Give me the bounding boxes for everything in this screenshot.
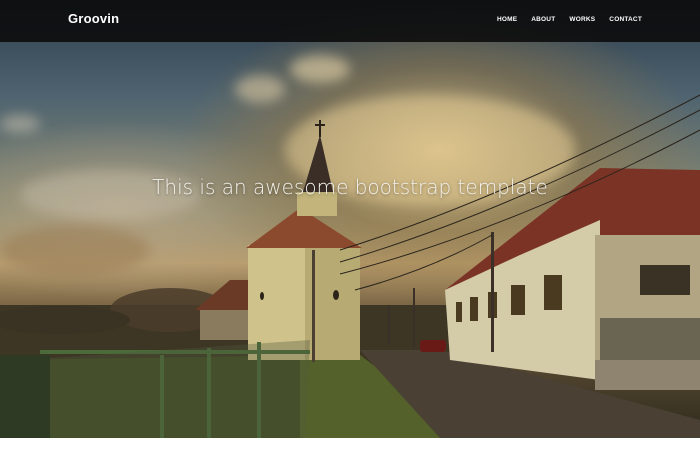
house-window (470, 297, 478, 321)
nav-link-home[interactable]: HOME (497, 16, 517, 23)
hero-headline: This is an awesome bootstrap template (152, 175, 548, 199)
stone-wall (595, 360, 700, 390)
far-house-wall (200, 310, 248, 340)
navbar: Groovin HOME ABOUT WORKS CONTACT (0, 0, 700, 42)
house-window (544, 275, 562, 310)
utility-pole (413, 288, 415, 348)
nav-link-about[interactable]: ABOUT (531, 16, 555, 23)
garage-door (640, 265, 690, 295)
hero-banner: This is an awesome bootstrap template (0, 0, 700, 438)
house-window (511, 285, 525, 315)
main-nav: HOME ABOUT WORKS CONTACT (497, 16, 642, 23)
nav-link-contact[interactable]: CONTACT (609, 16, 642, 23)
village-scene (0, 94, 700, 438)
utility-pole (491, 232, 494, 352)
fence-post (0, 355, 50, 438)
nav-link-works[interactable]: WORKS (569, 16, 595, 23)
house-window (456, 302, 462, 322)
brand-logo[interactable]: Groovin (68, 11, 119, 26)
utility-pole (388, 305, 390, 345)
utility-pole (312, 250, 315, 362)
church-window (333, 290, 339, 300)
parked-car (420, 340, 446, 352)
gate (600, 318, 700, 366)
church-window (260, 292, 264, 300)
